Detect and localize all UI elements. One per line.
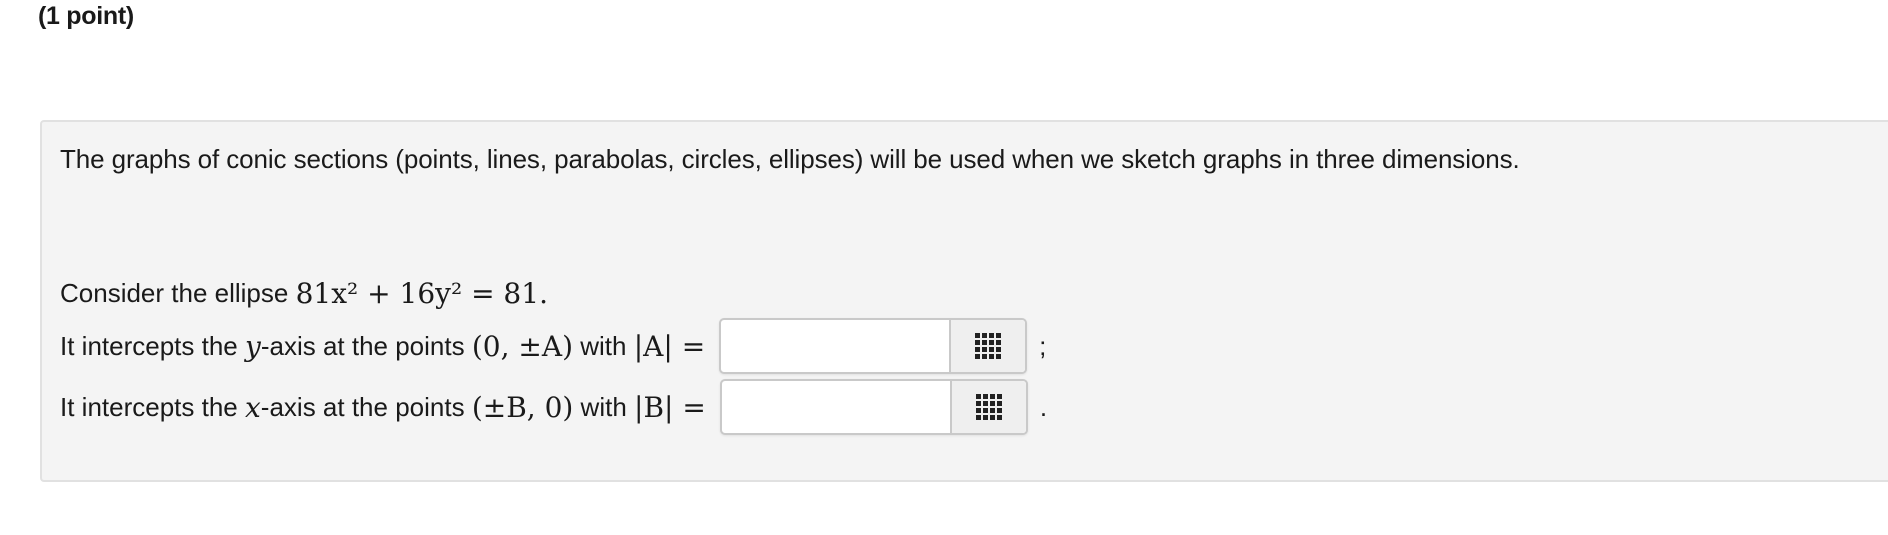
- x-with: with: [580, 391, 627, 422]
- grid-icon: [975, 394, 1002, 420]
- points-label: (1 point): [38, 2, 134, 30]
- x-suffix: .: [1039, 391, 1048, 422]
- x-prefix: It intercepts the: [60, 391, 238, 422]
- x-point: (±B, 0): [471, 390, 574, 424]
- x-equation-palette-button[interactable]: [949, 381, 1026, 433]
- y-abs: |A| =: [633, 329, 706, 363]
- y-intercept-question: It intercepts the y -axis at the points …: [60, 318, 1046, 374]
- y-suffix: ;: [1039, 330, 1047, 361]
- y-prefix: It intercepts the: [60, 330, 238, 361]
- intro-text: The graphs of conic sections (points, li…: [60, 144, 1520, 174]
- x-intercept-question: It intercepts the x -axis at the points …: [60, 379, 1047, 435]
- ellipse-equation: 81x² + 16y² = 81.: [295, 277, 548, 310]
- x-mid: -axis at the points: [260, 391, 465, 422]
- y-mid: -axis at the points: [260, 330, 465, 361]
- y-answer-box: [719, 318, 1028, 374]
- y-equation-palette-button[interactable]: [949, 320, 1026, 372]
- x-answer-box: [719, 379, 1028, 435]
- y-with: with: [580, 330, 627, 361]
- ellipse-prefix: Consider the ellipse: [60, 278, 289, 308]
- x-abs: |B| =: [634, 390, 706, 424]
- x-variable: x: [245, 390, 261, 424]
- y-variable: y: [245, 329, 261, 363]
- problem-panel: The graphs of conic sections (points, li…: [40, 120, 1888, 482]
- y-answer-input[interactable]: [721, 320, 950, 372]
- grid-icon: [975, 333, 1002, 359]
- y-point: (0, ±A): [471, 329, 573, 363]
- x-answer-input[interactable]: [721, 381, 950, 433]
- ellipse-statement: Consider the ellipse 81x² + 16y² = 81.: [60, 277, 548, 310]
